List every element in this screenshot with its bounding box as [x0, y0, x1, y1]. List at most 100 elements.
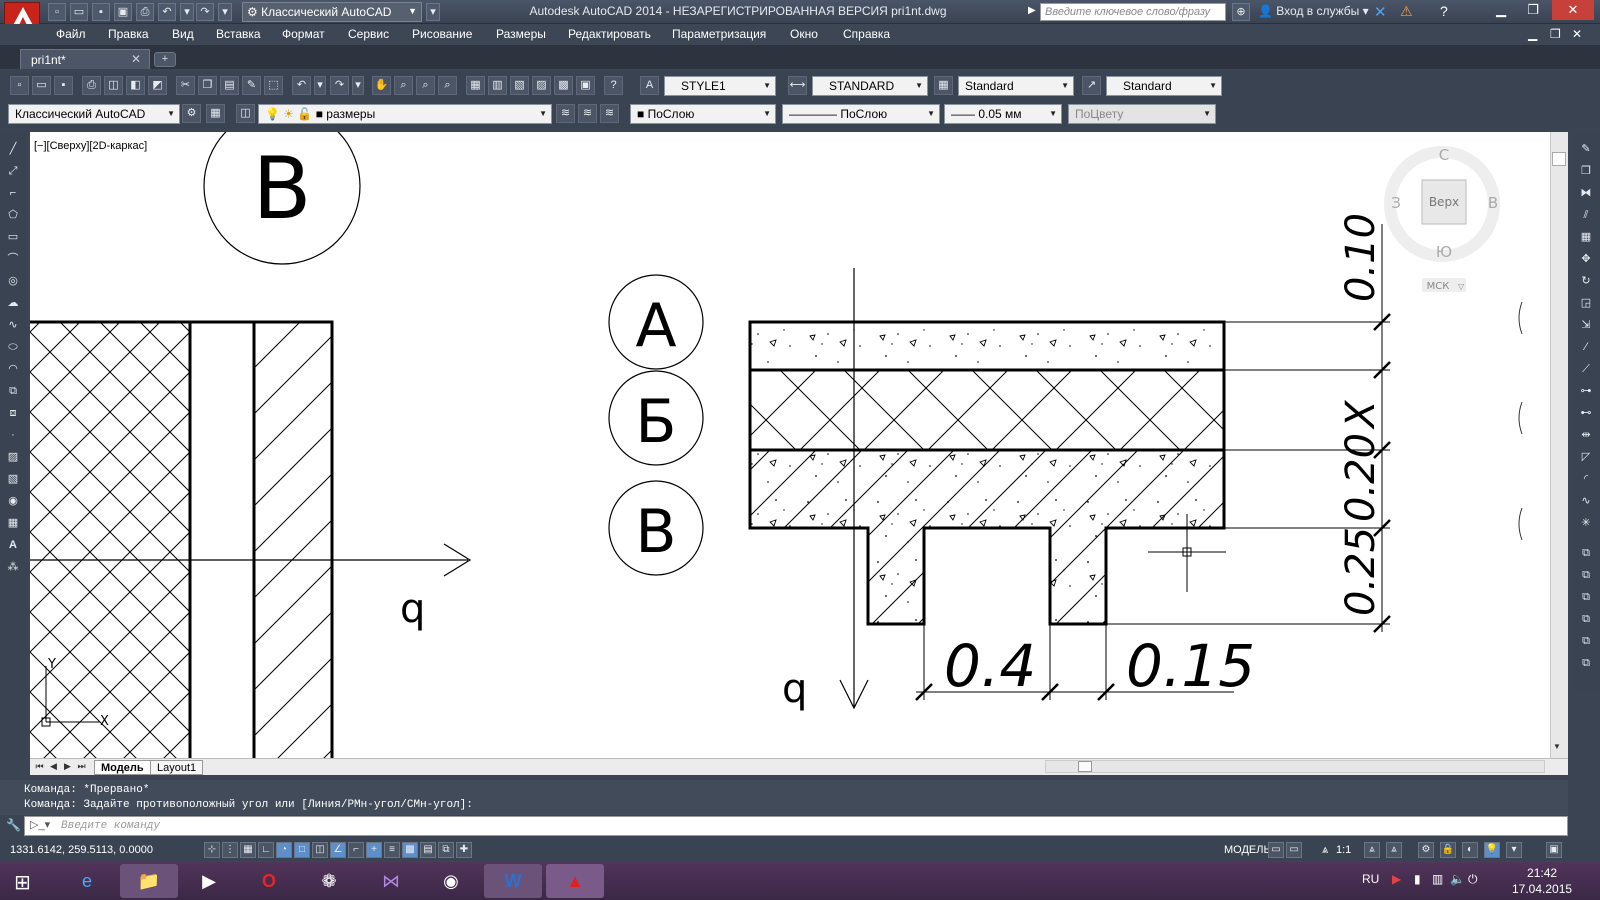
linetype-select[interactable]: ———— ПоСлою ▼ — [782, 104, 940, 124]
undo-dropdown-icon[interactable]: ▾ — [314, 76, 326, 95]
save-as-icon[interactable]: ▣ — [114, 3, 132, 21]
break-icon[interactable]: ⊷ — [1577, 404, 1595, 422]
undo-icon[interactable]: ↶ — [292, 76, 311, 95]
pan-icon[interactable]: ✋ — [372, 76, 391, 95]
hatch-icon[interactable]: ▨ — [4, 448, 22, 466]
tab-layout1[interactable]: Layout1 — [150, 760, 204, 775]
customize-command-icon[interactable]: 🔧 — [6, 818, 21, 832]
layer-states-icon[interactable]: ≋ — [600, 104, 619, 123]
revision-cloud-icon[interactable]: ☁ — [4, 294, 22, 312]
insert-block-icon[interactable]: ⧉ — [4, 382, 22, 400]
tab-close-icon[interactable]: ✕ — [131, 52, 141, 66]
ellipse-arc-icon[interactable]: ◠ — [4, 360, 22, 378]
redo-icon[interactable]: ↷ — [196, 3, 214, 21]
viewcube[interactable]: Верх С Ю З В МСК ▽ — [1384, 146, 1500, 292]
publish-icon[interactable]: ◧ — [126, 76, 145, 95]
break-at-point-icon[interactable]: ⊶ — [1577, 382, 1595, 400]
rotate-icon[interactable]: ↻ — [1577, 272, 1595, 290]
doc-close-icon[interactable]: ✕ — [1572, 27, 1582, 41]
model-space-label[interactable]: МОДЕЛЬ — [1224, 844, 1271, 856]
clean-screen-icon[interactable]: ▣ — [1546, 842, 1562, 858]
tray-clock[interactable]: 21:42 17.04.2015 — [1512, 865, 1572, 897]
annotation-visibility-icon[interactable]: ⩓ — [1364, 842, 1380, 858]
workspace-select[interactable]: ⚙ Классический AutoCAD ▼ — [242, 2, 422, 22]
selection-cycling-icon[interactable]: ⧉ — [438, 842, 454, 858]
redo-dropdown-icon[interactable]: ▾ — [218, 3, 232, 21]
cut-icon[interactable]: ✂ — [176, 76, 195, 95]
menu-insert[interactable]: Вставка — [216, 27, 261, 41]
object-snap-icon[interactable]: □ — [294, 842, 310, 858]
erase-icon[interactable]: ✎ — [1577, 140, 1595, 158]
viewcube-east[interactable]: В — [1488, 194, 1498, 212]
horizontal-scroll-thumb[interactable] — [1078, 761, 1092, 772]
viewcube-west[interactable]: З — [1391, 194, 1401, 212]
drawing-canvas[interactable]: q В А Б В q 0.10 X 0.20 0.25 0.4 0.15 Y … — [30, 132, 1568, 758]
plot-icon[interactable]: ⎙ — [82, 76, 101, 95]
save-icon[interactable]: ▪ — [54, 76, 73, 95]
chrome-icon[interactable]: ◉ — [422, 864, 480, 898]
mleader-style-icon[interactable]: ↗ — [1082, 76, 1101, 95]
gradient-icon[interactable]: ▧ — [4, 470, 22, 488]
spline-icon[interactable]: ∿ — [4, 316, 22, 334]
table-icon[interactable]: ▦ — [4, 514, 22, 532]
quick-view-drawings-icon[interactable]: ▭ — [1286, 842, 1302, 858]
zoom-previous-icon[interactable]: ⌕ — [438, 76, 457, 95]
point-icon[interactable]: · — [4, 426, 22, 444]
dim-style-select[interactable]: STANDARD ▼ — [812, 76, 928, 96]
3d-print-icon[interactable]: ◩ — [148, 76, 167, 95]
tray-network-icon[interactable]: ▥ — [1432, 872, 1443, 886]
annotation-scale-icon[interactable]: ⩓ — [1322, 844, 1328, 857]
menu-draw[interactable]: Рисование — [412, 27, 472, 41]
undo-icon[interactable]: ↶ — [158, 3, 176, 21]
chamfer-icon[interactable]: ◸ — [1577, 448, 1595, 466]
isolate-objects-icon[interactable]: 💡 — [1484, 842, 1500, 858]
array-icon[interactable]: ▦ — [1577, 228, 1595, 246]
next-layout-icon[interactable]: ▶ — [62, 761, 73, 773]
menu-format[interactable]: Формат — [282, 27, 325, 41]
tray-volume-icon[interactable]: 🔈 — [1450, 872, 1465, 886]
signin-button[interactable]: 👤 Вход в службы ▾ — [1258, 4, 1369, 18]
text-front-icon[interactable]: ⧉ — [1577, 632, 1595, 650]
menu-file[interactable]: Файл — [56, 27, 86, 41]
layer-properties-icon[interactable]: ◫ — [236, 104, 255, 123]
exchange-icon[interactable]: ✕ — [1374, 3, 1387, 21]
ortho-mode-icon[interactable]: ∟ — [258, 842, 274, 858]
arc-icon[interactable]: ⌒ — [4, 250, 22, 268]
move-icon[interactable]: ✥ — [1577, 250, 1595, 268]
quick-access-more-icon[interactable]: ▾ — [426, 3, 440, 21]
help-icon[interactable]: ? — [1440, 3, 1448, 19]
grid-display-icon[interactable]: ▦ — [240, 842, 256, 858]
annotation-monitor-icon[interactable]: ✚ — [456, 842, 472, 858]
draworder-under-icon[interactable]: ⧉ — [1577, 610, 1595, 628]
binoculars-icon[interactable]: ⊕ — [1232, 3, 1250, 21]
paste-icon[interactable]: ▤ — [220, 76, 239, 95]
text-style-icon[interactable]: A — [640, 76, 659, 95]
horizontal-scrollbar[interactable] — [1045, 760, 1545, 773]
menu-help[interactable]: Справка — [843, 27, 890, 41]
quickcalc-icon[interactable]: ▣ — [576, 76, 595, 95]
maximize-button[interactable]: ❐ — [1518, 0, 1548, 20]
search-expand-icon[interactable]: ▶ — [1028, 5, 1036, 16]
hardware-acceleration-icon[interactable]: ◐ — [1462, 842, 1478, 858]
rectangle-icon[interactable]: ▭ — [4, 228, 22, 246]
quick-properties-icon[interactable]: ▤ — [420, 842, 436, 858]
lineweight-select[interactable]: —— 0.05 мм ▼ — [944, 104, 1062, 124]
hatch-back-icon[interactable]: ⧉ — [1577, 654, 1595, 672]
zoom-realtime-icon[interactable]: ⌕ — [394, 76, 413, 95]
file-explorer-icon[interactable]: 📁 — [120, 864, 178, 898]
table-style-icon[interactable]: ▦ — [934, 76, 953, 95]
dynamic-input-icon[interactable]: + — [366, 842, 382, 858]
redo-icon[interactable]: ↷ — [330, 76, 349, 95]
circle-icon[interactable]: ◎ — [4, 272, 22, 290]
otrack-icon[interactable]: ∠ — [330, 842, 346, 858]
blend-curves-icon[interactable]: ∿ — [1577, 492, 1595, 510]
command-prompt-icon[interactable]: ▷_▾ — [30, 818, 50, 831]
prev-layout-icon[interactable]: ◀ — [48, 761, 59, 773]
fillet-icon[interactable]: ◜ — [1577, 470, 1595, 488]
design-center-icon[interactable]: ▥ — [488, 76, 507, 95]
media-player-icon[interactable]: ▶ — [180, 864, 238, 898]
minimize-button[interactable]: ▁ — [1486, 0, 1516, 20]
vertical-scroll-thumb[interactable] — [1552, 152, 1566, 166]
explode-icon[interactable]: ✳ — [1577, 514, 1595, 532]
menu-view[interactable]: Вид — [172, 27, 194, 41]
